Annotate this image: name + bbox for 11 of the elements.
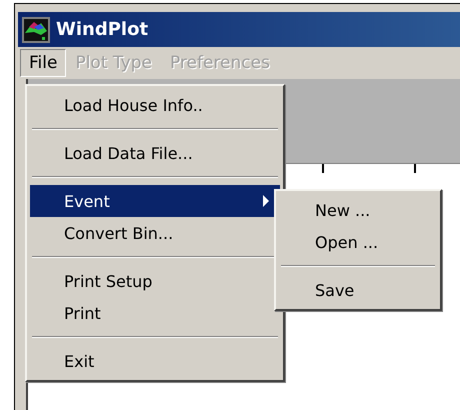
menu-item[interactable]: Save: [279, 274, 437, 306]
menu-item[interactable]: Open ...: [279, 226, 437, 258]
menu-item[interactable]: New ...: [279, 194, 437, 226]
menu-item[interactable]: Event: [30, 185, 280, 217]
menu-item[interactable]: Print: [30, 297, 280, 329]
menu-item[interactable]: Load Data File...: [30, 137, 280, 169]
menu-item[interactable]: Exit: [30, 345, 280, 377]
window-title: WindPlot: [56, 19, 148, 40]
menu-item[interactable]: Load House Info..: [30, 89, 280, 121]
menu-bar-item[interactable]: File: [20, 49, 66, 77]
app-icon: [22, 16, 50, 42]
